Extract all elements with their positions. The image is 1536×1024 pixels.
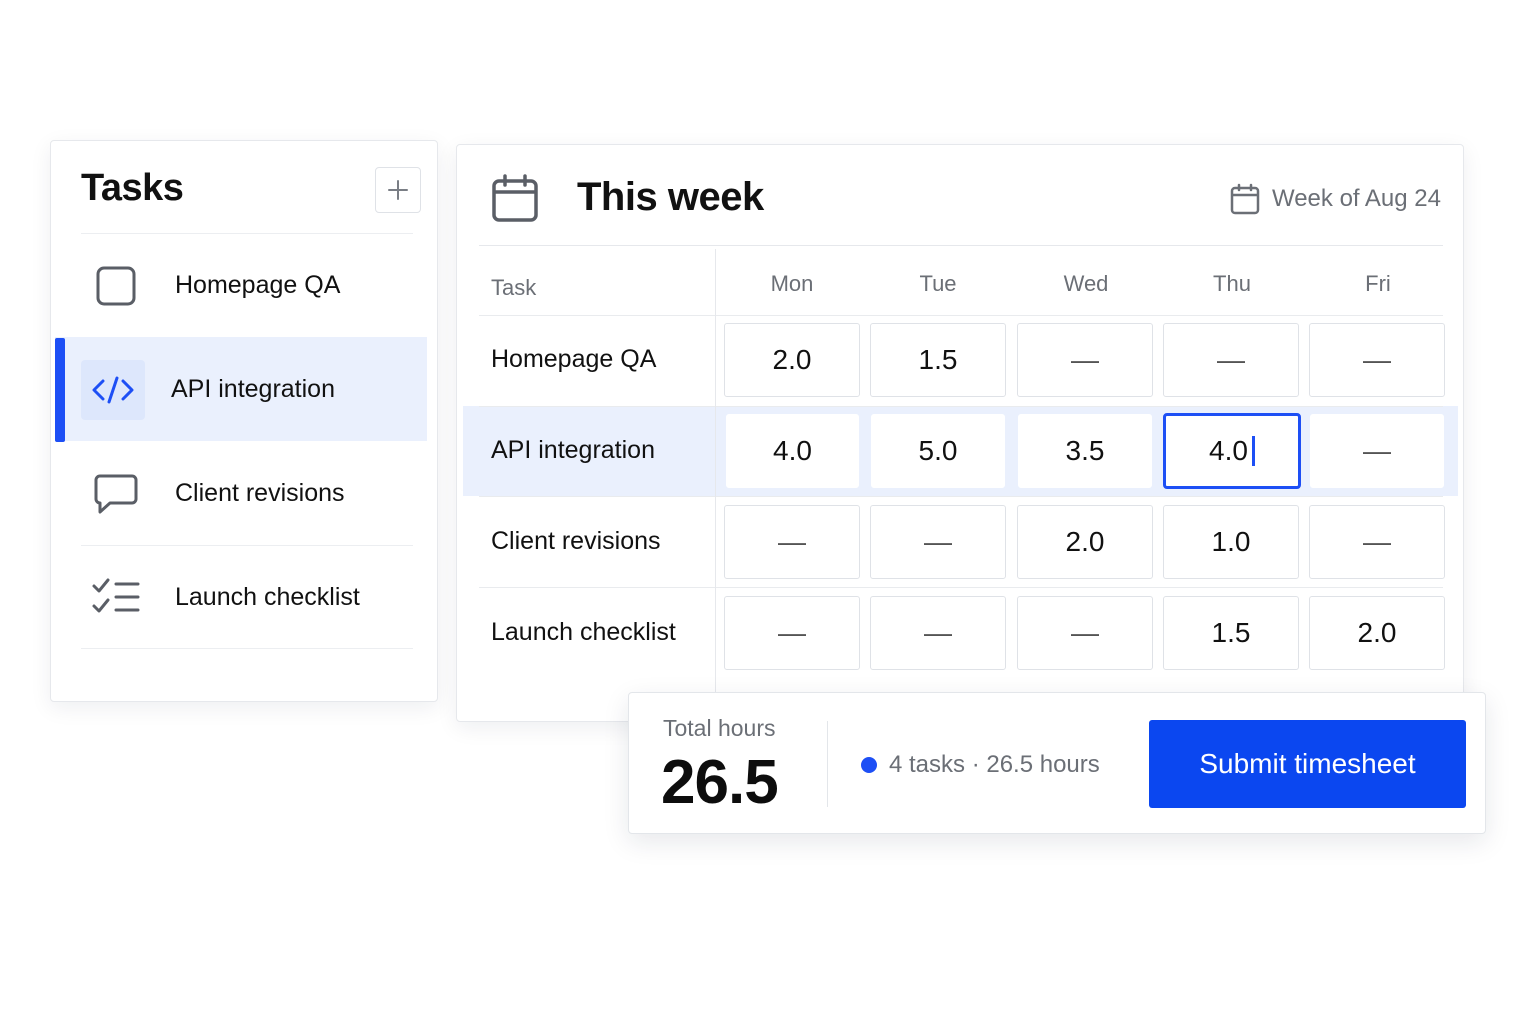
hours-cell[interactable]: 2.0 (1309, 596, 1445, 670)
hours-cell[interactable]: — (1163, 323, 1299, 397)
week-panel: This week Week of Aug 24 Task Mon Tue We… (456, 144, 1464, 722)
task-item-homepage-qa[interactable]: Homepage QA (81, 233, 413, 337)
column-header-wed: Wed (1063, 271, 1109, 296)
hours-cell[interactable]: — (1017, 596, 1153, 670)
hours-cell[interactable]: — (1309, 505, 1445, 579)
row-divider (479, 496, 1443, 497)
add-task-button[interactable] (375, 167, 421, 213)
hours-cell[interactable]: 1.5 (1163, 596, 1299, 670)
hours-cell[interactable]: 5.0 (871, 414, 1005, 488)
tasks-title: Tasks (81, 167, 184, 209)
checkbox-square-icon (96, 266, 136, 305)
task-item-label: API integration (171, 375, 335, 403)
submit-timesheet-button[interactable]: Submit timesheet (1149, 720, 1466, 808)
header-divider (479, 245, 1443, 246)
speech-bubble-icon (94, 474, 138, 513)
task-list: Homepage QA API integration Client revis… (51, 233, 437, 649)
row-label-homepage-qa: Homepage QA (491, 345, 657, 373)
total-hours-value: 26.5 (661, 748, 779, 817)
code-brackets-icon (92, 376, 134, 403)
column-header-mon: Mon (770, 271, 814, 296)
row-divider (479, 587, 1443, 588)
task-item-label: Client revisions (175, 479, 345, 507)
hours-cell[interactable]: — (1310, 414, 1444, 488)
active-indicator (55, 338, 65, 442)
hours-cell[interactable]: 1.5 (870, 323, 1006, 397)
hours-cell[interactable]: 4.0 (726, 414, 859, 488)
text-caret (1251, 436, 1255, 466)
hours-cell[interactable]: 1.0 (1163, 505, 1299, 579)
hours-cell-focused[interactable]: 4.0 (1163, 413, 1301, 489)
week-range-label: Week of Aug 24 (1271, 185, 1441, 212)
week-title: This week (577, 175, 764, 219)
hours-cell[interactable]: 2.0 (724, 323, 860, 397)
hours-cell[interactable]: 3.5 (1018, 414, 1152, 488)
row-label-api-integration: API integration (491, 436, 655, 464)
summary-status: 4 tasks · 26.5 hours (861, 751, 1100, 779)
code-icon-tile (81, 359, 145, 420)
column-header-fri: Fri (1365, 271, 1391, 296)
hours-cell-value: 4.0 (1209, 435, 1248, 466)
task-item-label: Launch checklist (175, 582, 360, 611)
hours-cell[interactable]: — (724, 596, 860, 670)
task-item-launch-checklist[interactable]: Launch checklist (81, 545, 413, 649)
hours-cell[interactable]: — (1017, 323, 1153, 397)
week-range-selector[interactable]: Week of Aug 24 (1230, 183, 1441, 215)
row-label-launch-checklist: Launch checklist (491, 618, 676, 646)
hours-cell[interactable]: — (870, 505, 1006, 579)
summary-text: 4 tasks · 26.5 hours (889, 751, 1100, 778)
tasks-panel: Tasks Homepage QA API integration Client… (50, 140, 438, 702)
total-hours-label: Total hours (663, 715, 776, 741)
column-header-task: Task (491, 275, 537, 300)
task-column-divider (715, 249, 716, 721)
task-item-client-revisions[interactable]: Client revisions (81, 441, 413, 545)
calendar-icon (492, 174, 538, 222)
week-title-icon (491, 173, 539, 228)
row-divider (479, 315, 1443, 316)
hours-cell[interactable]: — (724, 505, 860, 579)
row-label-client-revisions: Client revisions (491, 527, 661, 555)
timesheet-footer: Total hours 26.5 4 tasks · 26.5 hours Su… (628, 692, 1486, 834)
status-dot-icon (861, 757, 877, 773)
row-divider (479, 406, 1443, 407)
checklist-icon (92, 578, 140, 613)
task-item-label: Homepage QA (175, 271, 341, 299)
task-item-api-integration[interactable]: API integration (55, 337, 427, 442)
hours-cell[interactable]: — (1309, 323, 1445, 397)
calendar-small-icon (1230, 183, 1260, 215)
plus-icon (388, 180, 408, 200)
hours-cell[interactable]: — (870, 596, 1006, 670)
hours-cell[interactable]: 2.0 (1017, 505, 1153, 579)
column-header-thu: Thu (1213, 271, 1251, 296)
footer-divider (827, 721, 828, 807)
column-header-tue: Tue (919, 271, 957, 296)
